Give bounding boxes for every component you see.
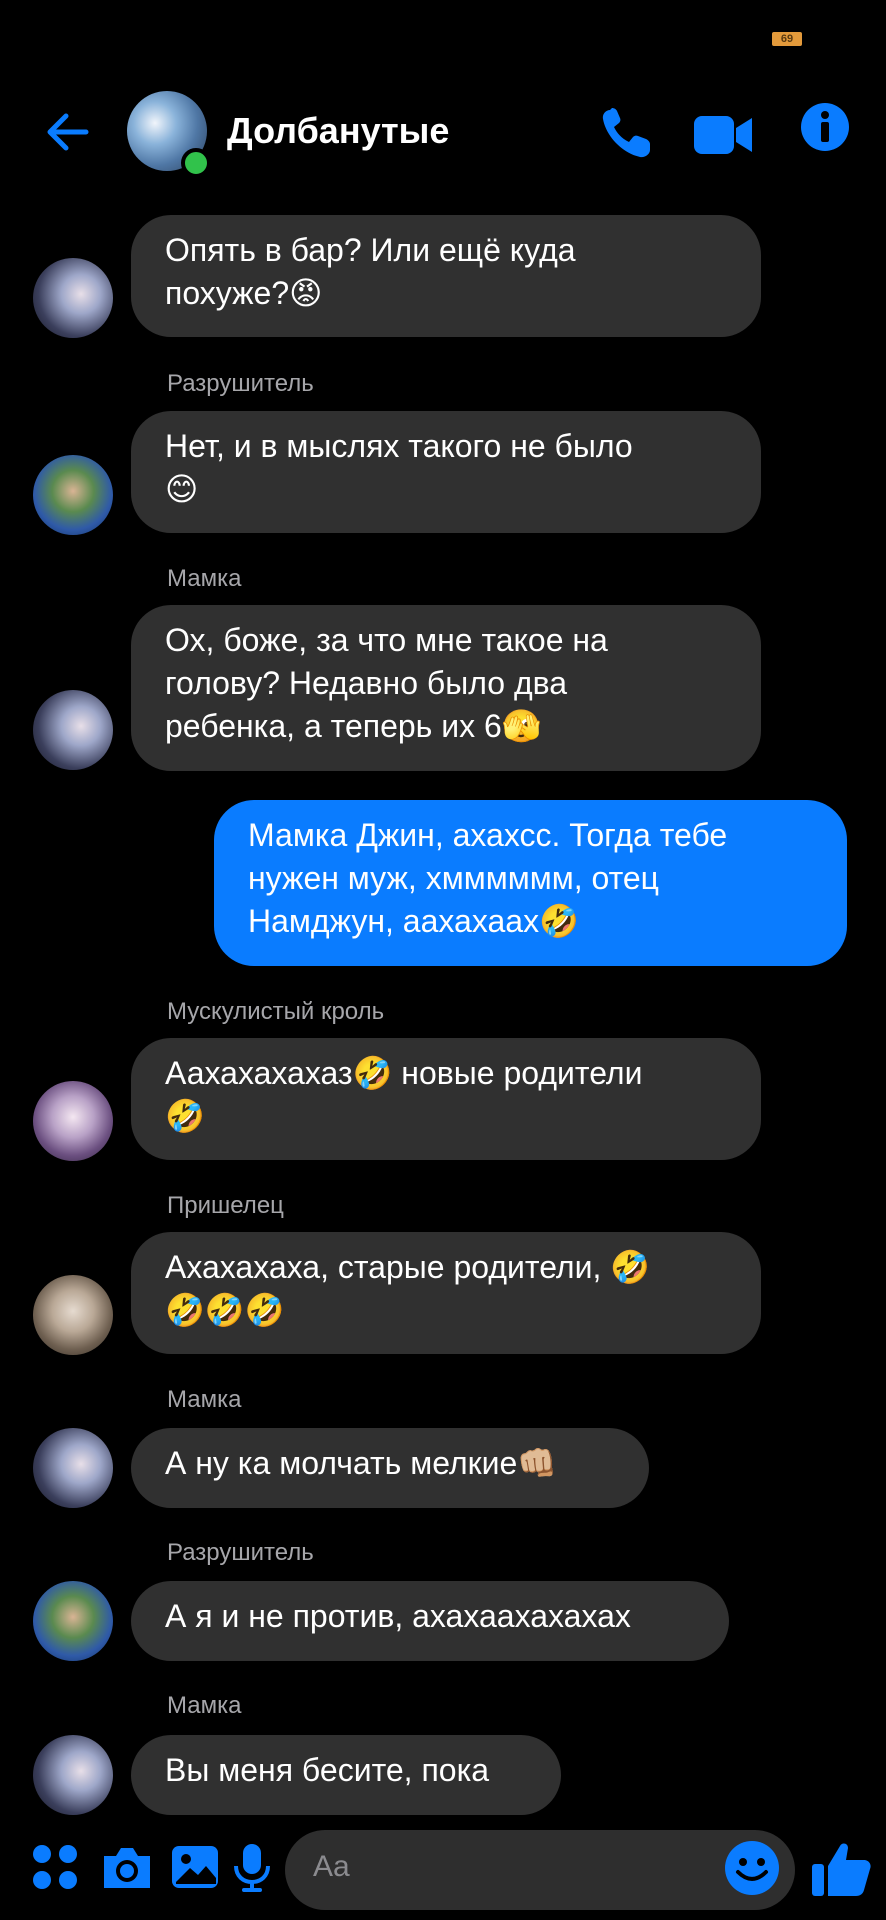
avatar-prishelec[interactable] bbox=[33, 1275, 113, 1355]
voice-button[interactable] bbox=[232, 1842, 284, 1894]
avatar-mamka[interactable] bbox=[33, 690, 113, 770]
like-button[interactable] bbox=[810, 1838, 872, 1900]
message-text: 😊 bbox=[165, 471, 199, 507]
message-composer: Aa bbox=[0, 1820, 886, 1920]
my-message-bubble[interactable]: Мамка Джин, ахахсс. Тогда тебе нужен муж… bbox=[214, 800, 847, 966]
info-icon bbox=[801, 103, 849, 151]
video-call-button[interactable] bbox=[692, 104, 754, 166]
message-bubble[interactable]: А ну ка молчать мелкие👊🏼 bbox=[131, 1428, 649, 1508]
video-camera-icon bbox=[694, 116, 752, 154]
battery-indicator: 69 bbox=[772, 32, 802, 46]
emoji-button[interactable] bbox=[722, 1838, 782, 1898]
message-text: Нет, и в мыслях такого не было bbox=[165, 428, 633, 464]
conversation-title[interactable]: Долбанутые bbox=[227, 110, 449, 152]
message-text: ребенка, а теперь их 6🫣 bbox=[165, 708, 542, 744]
info-button[interactable] bbox=[800, 102, 862, 164]
message-text: Ахахахаха, старые родители, 🤣 bbox=[165, 1249, 651, 1285]
message-text: голову? Недавно было два bbox=[165, 665, 568, 701]
message-text: Мамка Джин, ахахсс. Тогда тебе bbox=[248, 817, 728, 853]
sender-name: Мамка bbox=[167, 1386, 242, 1413]
back-button[interactable] bbox=[40, 104, 96, 160]
message-text: нужен муж, хмммммм, отец bbox=[248, 860, 659, 896]
sender-name: Пришелец bbox=[167, 1192, 284, 1219]
message-bubble[interactable]: Ахахахаха, старые родители, 🤣 🤣🤣🤣 bbox=[131, 1232, 761, 1354]
image-icon bbox=[172, 1846, 218, 1888]
phone-icon bbox=[602, 108, 650, 158]
status-bar: 69 bbox=[0, 0, 886, 80]
message-input[interactable]: Aa bbox=[285, 1830, 795, 1910]
sender-name: Мускулистый кроль bbox=[167, 998, 385, 1025]
avatar-mamka[interactable] bbox=[33, 258, 113, 338]
message-input-placeholder: Aa bbox=[313, 1850, 350, 1883]
sender-name: Разрушитель bbox=[167, 1539, 314, 1566]
avatar-mamka[interactable] bbox=[33, 1735, 113, 1815]
message-bubble[interactable]: Опять в бар? Или ещё куда похуже?😡 bbox=[131, 215, 761, 337]
thumbs-up-icon bbox=[812, 1843, 871, 1896]
message-bubble[interactable]: А я и не против, ахахаахахахах bbox=[131, 1581, 729, 1661]
message-bubble[interactable]: Аахахахахаз🤣 новые родители 🤣 bbox=[131, 1038, 761, 1160]
message-bubble[interactable]: Ох, боже, за что мне такое на голову? Не… bbox=[131, 605, 761, 771]
avatar-razrushitel[interactable] bbox=[33, 1581, 113, 1661]
sender-name: Мамка bbox=[167, 1692, 242, 1719]
conversation-header: Долбанутые bbox=[0, 80, 886, 185]
camera-icon bbox=[104, 1848, 150, 1888]
avatar-razrushitel[interactable] bbox=[33, 455, 113, 535]
message-text: Вы меня бесите, пока bbox=[165, 1752, 490, 1788]
smiley-icon bbox=[725, 1841, 779, 1895]
camera-button[interactable] bbox=[100, 1844, 152, 1896]
avatar-mamka[interactable] bbox=[33, 1428, 113, 1508]
four-dots-icon bbox=[33, 1845, 77, 1889]
message-text: А я и не против, ахахаахахахах bbox=[165, 1598, 631, 1634]
sender-name: Мамка bbox=[167, 565, 242, 592]
message-text: 🤣 bbox=[165, 1098, 205, 1134]
message-text: Ох, боже, за что мне такое на bbox=[165, 622, 608, 658]
message-text: похуже?😡 bbox=[165, 275, 323, 311]
microphone-icon bbox=[234, 1844, 270, 1892]
online-status-dot bbox=[181, 148, 211, 178]
message-text: 🤣🤣🤣 bbox=[165, 1292, 285, 1328]
call-button[interactable] bbox=[596, 102, 658, 164]
arrow-left-icon bbox=[47, 113, 89, 151]
message-text: Опять в бар? Или ещё куда bbox=[165, 232, 576, 268]
avatar-muskulisty-krol[interactable] bbox=[33, 1081, 113, 1161]
message-text: Аахахахахаз🤣 новые родители bbox=[165, 1055, 643, 1091]
sender-name: Разрушитель bbox=[167, 370, 314, 397]
message-text: Намджун, аахахаах🤣 bbox=[248, 903, 579, 939]
message-bubble[interactable]: Нет, и в мыслях такого не было 😊 bbox=[131, 411, 761, 533]
message-text: А ну ка молчать мелкие👊🏼 bbox=[165, 1445, 558, 1481]
gallery-button[interactable] bbox=[170, 1842, 222, 1894]
message-bubble[interactable]: Вы меня бесите, пока bbox=[131, 1735, 561, 1815]
menu-button[interactable] bbox=[30, 1842, 82, 1894]
